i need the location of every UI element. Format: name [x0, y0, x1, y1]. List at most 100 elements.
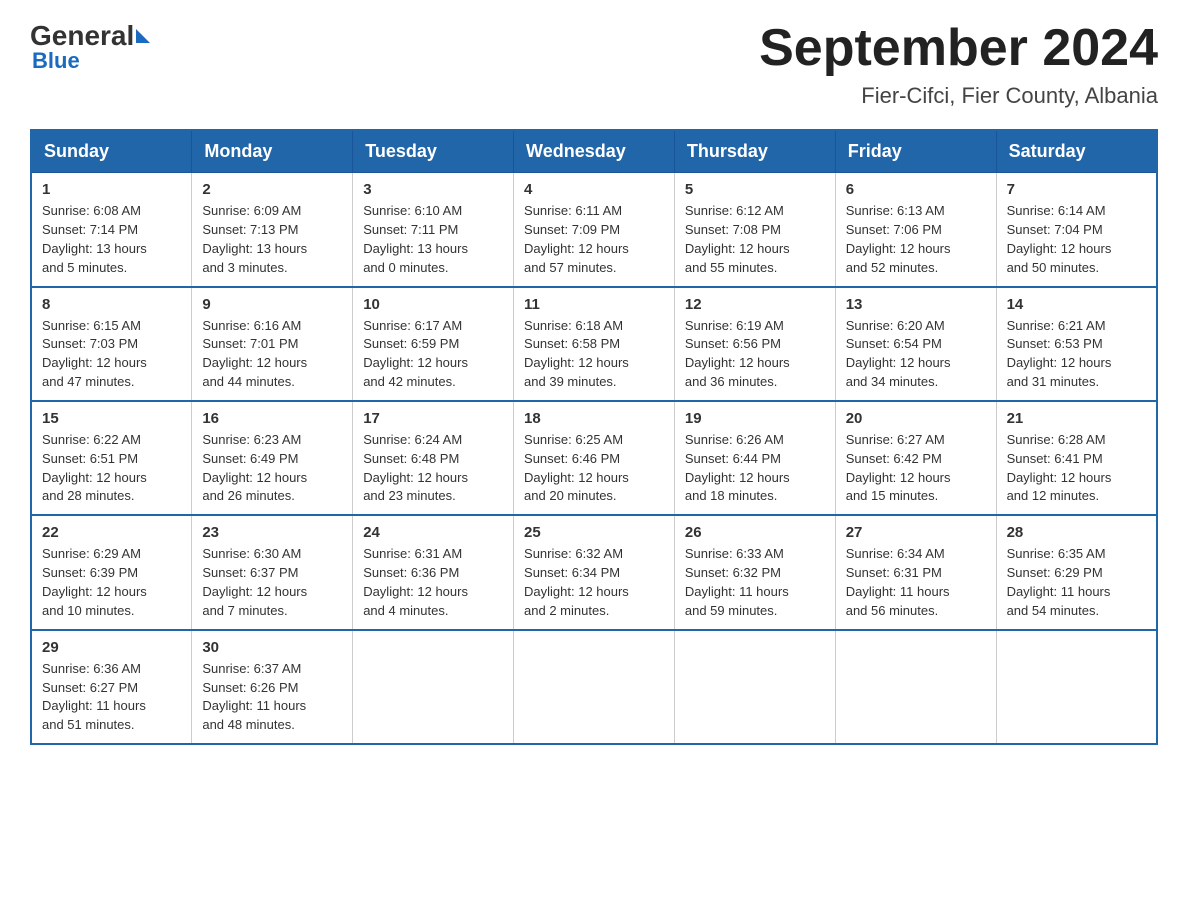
day-number: 14 — [1007, 296, 1146, 313]
calendar-cell: 15 Sunrise: 6:22 AMSunset: 6:51 PMDayligh… — [31, 401, 192, 515]
calendar-header: Sunday Monday Tuesday Wednesday Thursday… — [31, 130, 1157, 173]
day-info: Sunrise: 6:20 AMSunset: 6:54 PMDaylight:… — [846, 317, 986, 392]
day-info: Sunrise: 6:28 AMSunset: 6:41 PMDaylight:… — [1007, 431, 1146, 506]
calendar-cell: 10Sunrise: 6:17 AMSunset: 6:59 PMDayligh… — [353, 287, 514, 401]
day-info: Sunrise: 6:35 AMSunset: 6:29 PMDaylight:… — [1007, 545, 1146, 620]
calendar-week-5: 29 Sunrise: 6:36 AMSunset: 6:27 PMDayligh… — [31, 630, 1157, 744]
calendar-cell: 30 Sunrise: 6:37 AMSunset: 6:26 PMDayligh… — [192, 630, 353, 744]
day-number: 13 — [846, 296, 986, 313]
calendar-cell: 22 Sunrise: 6:29 AMSunset: 6:39 PMDayligh… — [31, 515, 192, 629]
calendar-week-4: 22 Sunrise: 6:29 AMSunset: 6:39 PMDayligh… — [31, 515, 1157, 629]
day-number: 22 — [42, 524, 181, 541]
day-number: 30 — [202, 639, 342, 656]
calendar-cell — [353, 630, 514, 744]
calendar-cell: 12Sunrise: 6:19 AMSunset: 6:56 PMDayligh… — [674, 287, 835, 401]
title-area: September 2024 Fier-Cifci, Fier County, … — [759, 20, 1158, 109]
day-number: 16 — [202, 410, 342, 427]
day-info: Sunrise: 6:25 AMSunset: 6:46 PMDaylight:… — [524, 431, 664, 506]
calendar-cell: 28 Sunrise: 6:35 AMSunset: 6:29 PMDayligh… — [996, 515, 1157, 629]
day-info: Sunrise: 6:36 AMSunset: 6:27 PMDaylight:… — [42, 660, 181, 735]
calendar-cell: 21Sunrise: 6:28 AMSunset: 6:41 PMDayligh… — [996, 401, 1157, 515]
day-info: Sunrise: 6:10 AMSunset: 7:11 PMDaylight:… — [363, 202, 503, 277]
calendar-cell: 13 Sunrise: 6:20 AMSunset: 6:54 PMDayligh… — [835, 287, 996, 401]
calendar-week-3: 15 Sunrise: 6:22 AMSunset: 6:51 PMDayligh… — [31, 401, 1157, 515]
day-info: Sunrise: 6:37 AMSunset: 6:26 PMDaylight:… — [202, 660, 342, 735]
calendar-cell: 19 Sunrise: 6:26 AMSunset: 6:44 PMDayligh… — [674, 401, 835, 515]
calendar-cell — [996, 630, 1157, 744]
day-number: 8 — [42, 296, 181, 313]
day-number: 10 — [363, 296, 503, 313]
day-info: Sunrise: 6:27 AMSunset: 6:42 PMDaylight:… — [846, 431, 986, 506]
col-saturday: Saturday — [996, 130, 1157, 173]
day-number: 9 — [202, 296, 342, 313]
day-number: 20 — [846, 410, 986, 427]
day-info: Sunrise: 6:13 AMSunset: 7:06 PMDaylight:… — [846, 202, 986, 277]
day-number: 26 — [685, 524, 825, 541]
calendar-cell: 26 Sunrise: 6:33 AMSunset: 6:32 PMDayligh… — [674, 515, 835, 629]
header-row: Sunday Monday Tuesday Wednesday Thursday… — [31, 130, 1157, 173]
day-info: Sunrise: 6:33 AMSunset: 6:32 PMDaylight:… — [685, 545, 825, 620]
day-info: Sunrise: 6:16 AMSunset: 7:01 PMDaylight:… — [202, 317, 342, 392]
calendar-cell: 29 Sunrise: 6:36 AMSunset: 6:27 PMDayligh… — [31, 630, 192, 744]
calendar-cell: 14 Sunrise: 6:21 AMSunset: 6:53 PMDayligh… — [996, 287, 1157, 401]
day-info: Sunrise: 6:22 AMSunset: 6:51 PMDaylight:… — [42, 431, 181, 506]
day-info: Sunrise: 6:14 AMSunset: 7:04 PMDaylight:… — [1007, 202, 1146, 277]
day-info: Sunrise: 6:24 AMSunset: 6:48 PMDaylight:… — [363, 431, 503, 506]
day-info: Sunrise: 6:18 AMSunset: 6:58 PMDaylight:… — [524, 317, 664, 392]
calendar-cell: 20 Sunrise: 6:27 AMSunset: 6:42 PMDayligh… — [835, 401, 996, 515]
day-info: Sunrise: 6:23 AMSunset: 6:49 PMDaylight:… — [202, 431, 342, 506]
calendar-title: September 2024 — [759, 20, 1158, 77]
day-info: Sunrise: 6:29 AMSunset: 6:39 PMDaylight:… — [42, 545, 181, 620]
day-info: Sunrise: 6:11 AMSunset: 7:09 PMDaylight:… — [524, 202, 664, 277]
calendar-cell: 7Sunrise: 6:14 AMSunset: 7:04 PMDaylight… — [996, 173, 1157, 287]
calendar-cell: 4 Sunrise: 6:11 AMSunset: 7:09 PMDaylight… — [514, 173, 675, 287]
calendar-cell: 18 Sunrise: 6:25 AMSunset: 6:46 PMDayligh… — [514, 401, 675, 515]
day-number: 5 — [685, 181, 825, 198]
day-number: 11 — [524, 296, 664, 313]
day-number: 15 — [42, 410, 181, 427]
day-info: Sunrise: 6:26 AMSunset: 6:44 PMDaylight:… — [685, 431, 825, 506]
day-info: Sunrise: 6:21 AMSunset: 6:53 PMDaylight:… — [1007, 317, 1146, 392]
day-info: Sunrise: 6:30 AMSunset: 6:37 PMDaylight:… — [202, 545, 342, 620]
day-number: 28 — [1007, 524, 1146, 541]
logo-blue: Blue — [32, 48, 80, 74]
day-info: Sunrise: 6:08 AMSunset: 7:14 PMDaylight:… — [42, 202, 181, 277]
calendar-cell — [835, 630, 996, 744]
day-number: 27 — [846, 524, 986, 541]
day-number: 18 — [524, 410, 664, 427]
calendar-cell: 8 Sunrise: 6:15 AMSunset: 7:03 PMDaylight… — [31, 287, 192, 401]
logo-triangle — [136, 29, 150, 43]
calendar-cell: 16 Sunrise: 6:23 AMSunset: 6:49 PMDayligh… — [192, 401, 353, 515]
calendar-cell — [514, 630, 675, 744]
calendar-subtitle: Fier-Cifci, Fier County, Albania — [759, 83, 1158, 109]
day-number: 23 — [202, 524, 342, 541]
calendar-cell: 1Sunrise: 6:08 AMSunset: 7:14 PMDaylight… — [31, 173, 192, 287]
day-number: 2 — [202, 181, 342, 198]
calendar-cell: 3 Sunrise: 6:10 AMSunset: 7:11 PMDaylight… — [353, 173, 514, 287]
calendar-cell: 24Sunrise: 6:31 AMSunset: 6:36 PMDayligh… — [353, 515, 514, 629]
day-number: 3 — [363, 181, 503, 198]
col-friday: Friday — [835, 130, 996, 173]
calendar-cell: 2 Sunrise: 6:09 AMSunset: 7:13 PMDaylight… — [192, 173, 353, 287]
col-sunday: Sunday — [31, 130, 192, 173]
day-info: Sunrise: 6:09 AMSunset: 7:13 PMDaylight:… — [202, 202, 342, 277]
col-wednesday: Wednesday — [514, 130, 675, 173]
page-header: General Blue September 2024 Fier-Cifci, … — [30, 20, 1158, 109]
calendar-week-1: 1Sunrise: 6:08 AMSunset: 7:14 PMDaylight… — [31, 173, 1157, 287]
day-number: 12 — [685, 296, 825, 313]
calendar-cell: 25Sunrise: 6:32 AMSunset: 6:34 PMDayligh… — [514, 515, 675, 629]
calendar-week-2: 8 Sunrise: 6:15 AMSunset: 7:03 PMDaylight… — [31, 287, 1157, 401]
col-tuesday: Tuesday — [353, 130, 514, 173]
day-number: 4 — [524, 181, 664, 198]
day-number: 19 — [685, 410, 825, 427]
day-info: Sunrise: 6:12 AMSunset: 7:08 PMDaylight:… — [685, 202, 825, 277]
day-number: 29 — [42, 639, 181, 656]
calendar-cell: 11 Sunrise: 6:18 AMSunset: 6:58 PMDayligh… — [514, 287, 675, 401]
calendar-cell: 23 Sunrise: 6:30 AMSunset: 6:37 PMDayligh… — [192, 515, 353, 629]
day-number: 6 — [846, 181, 986, 198]
logo: General Blue — [30, 20, 150, 74]
day-number: 25 — [524, 524, 664, 541]
day-info: Sunrise: 6:34 AMSunset: 6:31 PMDaylight:… — [846, 545, 986, 620]
calendar-cell: 27 Sunrise: 6:34 AMSunset: 6:31 PMDayligh… — [835, 515, 996, 629]
day-info: Sunrise: 6:15 AMSunset: 7:03 PMDaylight:… — [42, 317, 181, 392]
